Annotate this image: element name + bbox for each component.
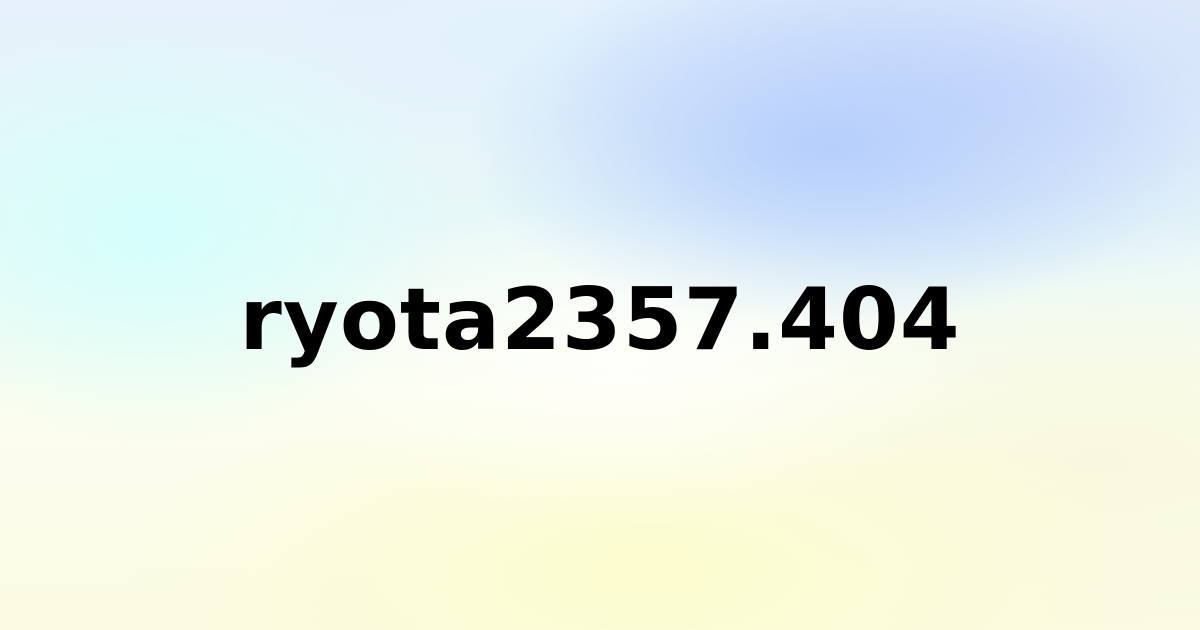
site-title: ryota2357.404: [239, 270, 961, 370]
og-image-card: ryota2357.404: [0, 0, 1200, 630]
